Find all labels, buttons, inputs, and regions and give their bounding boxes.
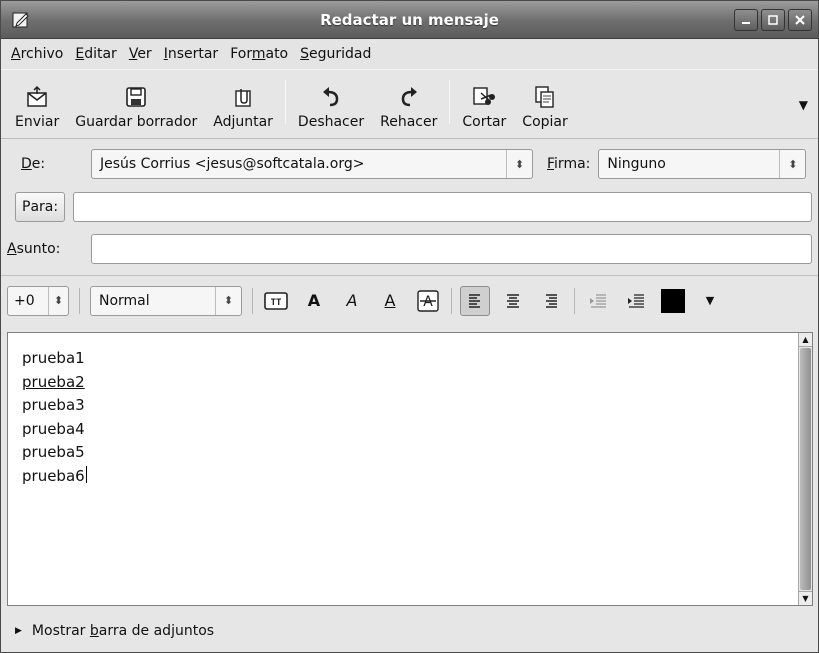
align-right-icon[interactable] — [536, 286, 566, 316]
message-body-editor[interactable]: prueba1 prueba2 prueba3 prueba4 prueba5 … — [7, 332, 813, 606]
window-controls — [734, 8, 812, 31]
vertical-scrollbar[interactable]: ▲ ▼ — [798, 333, 812, 605]
copy-pages-icon — [534, 84, 556, 110]
menu-bar: Archivo Editar Ver Insertar Formato Segu… — [1, 39, 818, 69]
toolbar-overflow-icon[interactable]: ▼ — [799, 98, 808, 112]
show-attachments-label: Mostrar barra de adjuntos — [31, 623, 215, 639]
format-overflow-icon[interactable]: ▼ — [695, 286, 725, 316]
select-arrows-icon: ⬍ — [48, 286, 68, 315]
svg-text:TT: TT — [271, 298, 282, 308]
align-left-icon[interactable] — [460, 285, 490, 316]
select-arrows-icon: ⬍ — [215, 286, 241, 315]
floppy-disk-icon — [125, 84, 147, 110]
menu-seguridad[interactable]: Seguridad — [294, 46, 377, 62]
compose-app-icon[interactable] — [7, 7, 35, 33]
toolbar-separator — [449, 80, 451, 124]
body-line: prueba4 — [22, 419, 85, 438]
format-separator — [574, 287, 575, 314]
signature-label: Firma: — [547, 156, 591, 172]
font-size-select[interactable]: +0 ⬍ — [7, 285, 69, 316]
scroll-down-icon[interactable]: ▼ — [799, 591, 812, 605]
scrollbar-thumb[interactable] — [800, 348, 811, 590]
text-color-swatch[interactable] — [661, 288, 685, 313]
text-caret — [85, 465, 87, 483]
underline-icon[interactable]: A — [375, 286, 405, 316]
format-toolbar: +0 ⬍ Normal ⬍ TT A A A A ▼ — [1, 275, 818, 325]
send-button[interactable]: Enviar — [7, 74, 67, 130]
format-separator — [252, 287, 253, 314]
undo-arrow-icon — [320, 84, 342, 110]
menu-insertar[interactable]: Insertar — [158, 46, 225, 62]
main-toolbar: Enviar Guardar borrador Adjuntar Deshace… — [1, 69, 818, 139]
select-arrows-icon: ⬍ — [506, 150, 532, 178]
toolbar-separator — [284, 80, 286, 124]
strikethrough-icon[interactable]: A — [413, 286, 443, 316]
select-arrows-icon: ⬍ — [779, 150, 805, 178]
cut-button[interactable]: Cortar — [454, 74, 514, 130]
attach-button[interactable]: Adjuntar — [205, 74, 281, 130]
redo-arrow-icon — [398, 84, 420, 110]
body-line: prueba5 — [22, 443, 85, 461]
scissors-icon — [472, 84, 496, 110]
format-separator — [451, 287, 452, 314]
format-separator — [79, 287, 80, 314]
save-draft-button[interactable]: Guardar borrador — [67, 74, 205, 130]
to-recipient-button[interactable]: Para: — [15, 192, 66, 222]
show-attachments-expander[interactable]: ▶ Mostrar barra de adjuntos — [1, 613, 818, 649]
scroll-up-icon[interactable]: ▲ — [799, 333, 812, 347]
from-row: De: Jesús Corrius <jesus@softcatala.org>… — [1, 143, 818, 185]
body-line: prueba2 — [22, 372, 85, 391]
subject-label: Asunto: — [7, 241, 61, 257]
copy-button[interactable]: Copiar — [514, 74, 575, 130]
menu-formato[interactable]: Formato — [224, 46, 294, 62]
paperclip-icon — [231, 84, 255, 110]
maximize-icon[interactable] — [761, 8, 785, 31]
from-label: De: — [21, 156, 46, 172]
subject-input[interactable] — [91, 234, 812, 264]
subject-row: Asunto: — [1, 229, 818, 269]
menu-ver[interactable]: Ver — [123, 46, 158, 62]
paragraph-style-select[interactable]: Normal ⬍ — [90, 285, 242, 316]
to-input[interactable] — [73, 192, 812, 222]
minimize-icon[interactable] — [734, 8, 758, 31]
signature-select[interactable]: Ninguno ⬍ — [598, 149, 807, 179]
message-body-text: prueba1 prueba2 prueba3 prueba4 prueba5 … — [22, 347, 87, 488]
align-center-icon[interactable] — [498, 286, 528, 316]
body-line: prueba1 — [22, 349, 85, 367]
to-row: Para: — [1, 185, 818, 229]
title-bar[interactable]: Redactar un mensaje — [1, 1, 818, 39]
italic-icon[interactable]: A — [337, 286, 367, 316]
from-account-select[interactable]: Jesús Corrius <jesus@softcatala.org> ⬍ — [91, 149, 533, 179]
send-envelope-icon — [25, 84, 49, 110]
font-family-icon[interactable]: TT — [261, 286, 291, 316]
expander-triangle-icon: ▶ — [15, 626, 22, 636]
body-line: prueba3 — [22, 396, 85, 414]
compose-window: Redactar un mensaje Archivo Editar Ver I… — [0, 0, 819, 653]
bold-icon[interactable]: A — [299, 286, 329, 316]
outdent-icon[interactable] — [583, 286, 613, 316]
menu-editar[interactable]: Editar — [69, 46, 122, 62]
svg-text:A: A — [423, 294, 433, 310]
undo-button[interactable]: Deshacer — [290, 74, 372, 130]
indent-icon[interactable] — [621, 286, 651, 316]
close-icon[interactable] — [788, 8, 812, 31]
menu-archivo[interactable]: Archivo — [5, 46, 69, 62]
redo-button[interactable]: Rehacer — [372, 74, 445, 130]
window-title: Redactar un mensaje — [320, 10, 499, 29]
body-line: prueba6 — [22, 466, 85, 485]
